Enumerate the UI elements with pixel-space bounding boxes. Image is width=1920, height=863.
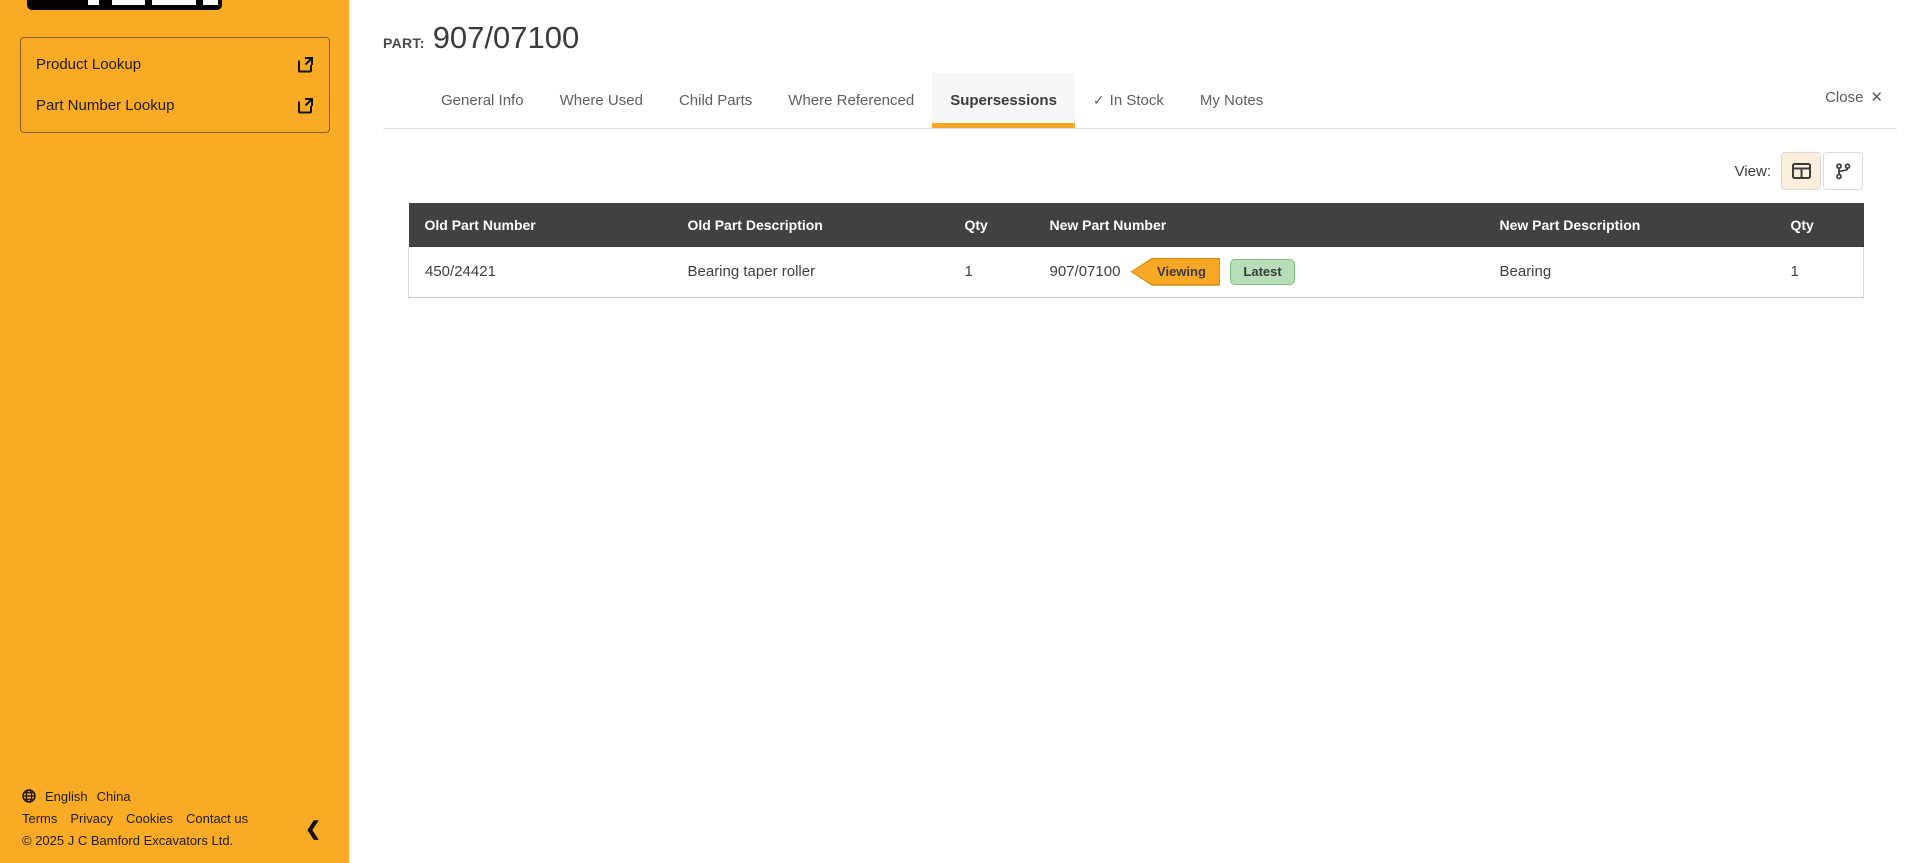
page-title: PART: 907/07100 bbox=[383, 20, 579, 56]
old-qty-cell: 1 bbox=[948, 247, 1034, 298]
part-label: PART: bbox=[383, 35, 425, 51]
tree-view-icon bbox=[1835, 162, 1852, 180]
sidebar-item-part-number-lookup[interactable]: Part Number Lookup bbox=[21, 85, 329, 126]
terms-link[interactable]: Terms bbox=[22, 811, 57, 826]
external-link-icon bbox=[297, 97, 314, 114]
old-part-description-cell: Bearing taper roller bbox=[671, 247, 949, 298]
main-panel: PART: 907/07100 General Info Where Used … bbox=[351, 0, 1920, 863]
privacy-link[interactable]: Privacy bbox=[70, 811, 113, 826]
col-new-qty: Qty bbox=[1774, 203, 1864, 247]
new-qty-cell: 1 bbox=[1774, 247, 1864, 298]
sidebar-nav: Product Lookup Part Number Lookup bbox=[20, 37, 330, 133]
col-old-qty: Qty bbox=[948, 203, 1034, 247]
col-new-part-description: New Part Description bbox=[1483, 203, 1775, 247]
sidebar: Product Lookup Part Number Lookup Englis… bbox=[0, 0, 350, 863]
tab-supersessions[interactable]: Supersessions bbox=[932, 73, 1075, 128]
part-number: 907/07100 bbox=[432, 20, 580, 55]
external-link-icon bbox=[297, 56, 314, 73]
jcb-logo bbox=[27, 0, 222, 10]
table-view-icon bbox=[1791, 163, 1811, 179]
new-part-number: 907/07100 bbox=[1049, 263, 1121, 281]
view-label: View: bbox=[1734, 162, 1771, 180]
close-icon: ✕ bbox=[1870, 89, 1883, 106]
old-part-number-cell: 450/24421 bbox=[408, 247, 672, 298]
copyright-text: © 2025 J C Bamford Excavators Ltd. bbox=[22, 832, 234, 848]
sidebar-item-product-lookup[interactable]: Product Lookup bbox=[21, 44, 329, 85]
sidebar-item-label: Product Lookup bbox=[36, 56, 142, 73]
supersessions-table: Old Part Number Old Part Description Qty… bbox=[408, 203, 1864, 298]
cookies-link[interactable]: Cookies bbox=[126, 811, 173, 826]
table-header-row: Old Part Number Old Part Description Qty… bbox=[408, 203, 1864, 247]
contact-link[interactable]: Contact us bbox=[186, 811, 248, 826]
tab-in-stock[interactable]: ✓ In Stock bbox=[1075, 73, 1182, 128]
col-old-part-description: Old Part Description bbox=[671, 203, 949, 247]
view-toggle: View: bbox=[1735, 152, 1863, 190]
latest-badge: Latest bbox=[1230, 258, 1295, 285]
table-view-button[interactable] bbox=[1781, 152, 1821, 190]
check-icon: ✓ bbox=[1092, 92, 1105, 108]
tree-view-button[interactable] bbox=[1823, 152, 1863, 190]
viewing-badge: Viewing bbox=[1130, 257, 1221, 286]
globe-icon bbox=[22, 789, 36, 803]
new-part-description-cell: Bearing bbox=[1483, 247, 1775, 298]
col-old-part-number: Old Part Number bbox=[408, 203, 672, 247]
sidebar-collapse-chevron-icon[interactable]: ❮ bbox=[305, 818, 321, 841]
tab-bar: General Info Where Used Child Parts Wher… bbox=[383, 73, 1897, 129]
sidebar-item-label: Part Number Lookup bbox=[36, 97, 175, 114]
table-row: 450/24421 Bearing taper roller 1 907/071… bbox=[408, 247, 1864, 298]
tab-child-parts[interactable]: Child Parts bbox=[661, 73, 770, 128]
close-button[interactable]: Close ✕ bbox=[1825, 88, 1883, 107]
col-new-part-number: New Part Number bbox=[1033, 203, 1484, 247]
tab-my-notes[interactable]: My Notes bbox=[1182, 73, 1281, 128]
tab-general-info[interactable]: General Info bbox=[423, 73, 542, 128]
language-link[interactable]: English bbox=[45, 789, 88, 804]
new-part-number-cell: 907/07100 Viewing Latest bbox=[1033, 247, 1484, 298]
tab-where-used[interactable]: Where Used bbox=[542, 73, 661, 128]
country-link[interactable]: China bbox=[97, 789, 131, 804]
sidebar-footer: English China Terms Privacy Cookies Cont… bbox=[22, 785, 248, 851]
tab-where-referenced[interactable]: Where Referenced bbox=[770, 73, 932, 128]
